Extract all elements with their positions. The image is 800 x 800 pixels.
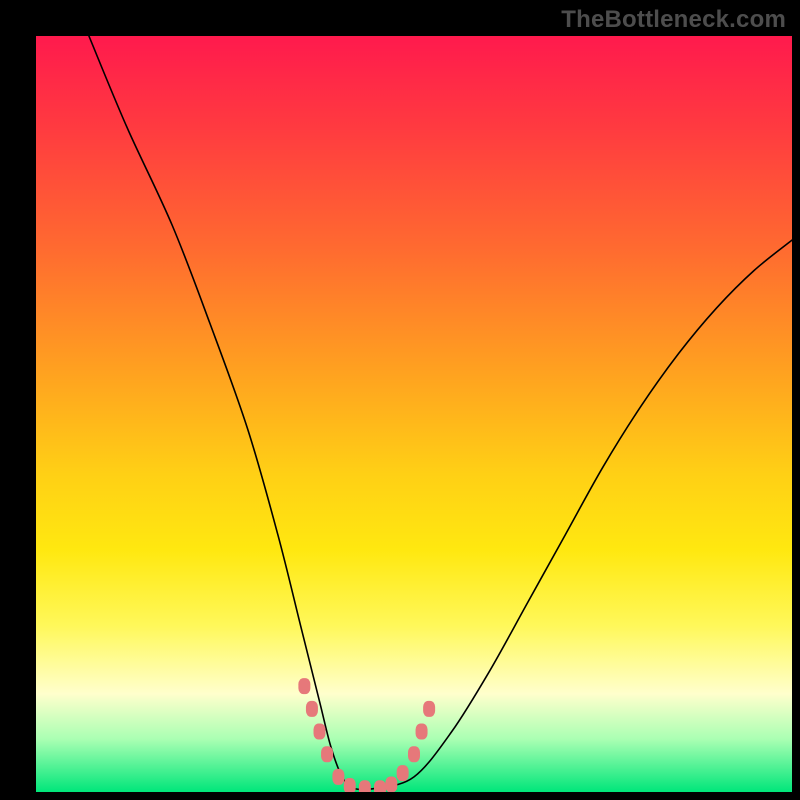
marker-point	[314, 724, 326, 740]
marker-point	[344, 778, 356, 792]
marker-point	[416, 724, 428, 740]
marker-point	[332, 769, 344, 785]
marker-point	[359, 780, 371, 792]
marker-point	[321, 746, 333, 762]
marker-point	[298, 678, 310, 694]
chart-container: TheBottleneck.com	[0, 0, 800, 800]
marker-point	[374, 780, 386, 792]
marker-point	[306, 701, 318, 717]
bottleneck-curve-svg	[36, 36, 792, 792]
marker-point	[423, 701, 435, 717]
marker-point	[408, 746, 420, 762]
marker-point	[397, 765, 409, 781]
highlight-markers	[298, 678, 435, 792]
watermark-text: TheBottleneck.com	[561, 6, 786, 34]
plot-area	[36, 36, 792, 792]
bottleneck-curve-path	[89, 36, 792, 790]
marker-point	[385, 776, 397, 792]
